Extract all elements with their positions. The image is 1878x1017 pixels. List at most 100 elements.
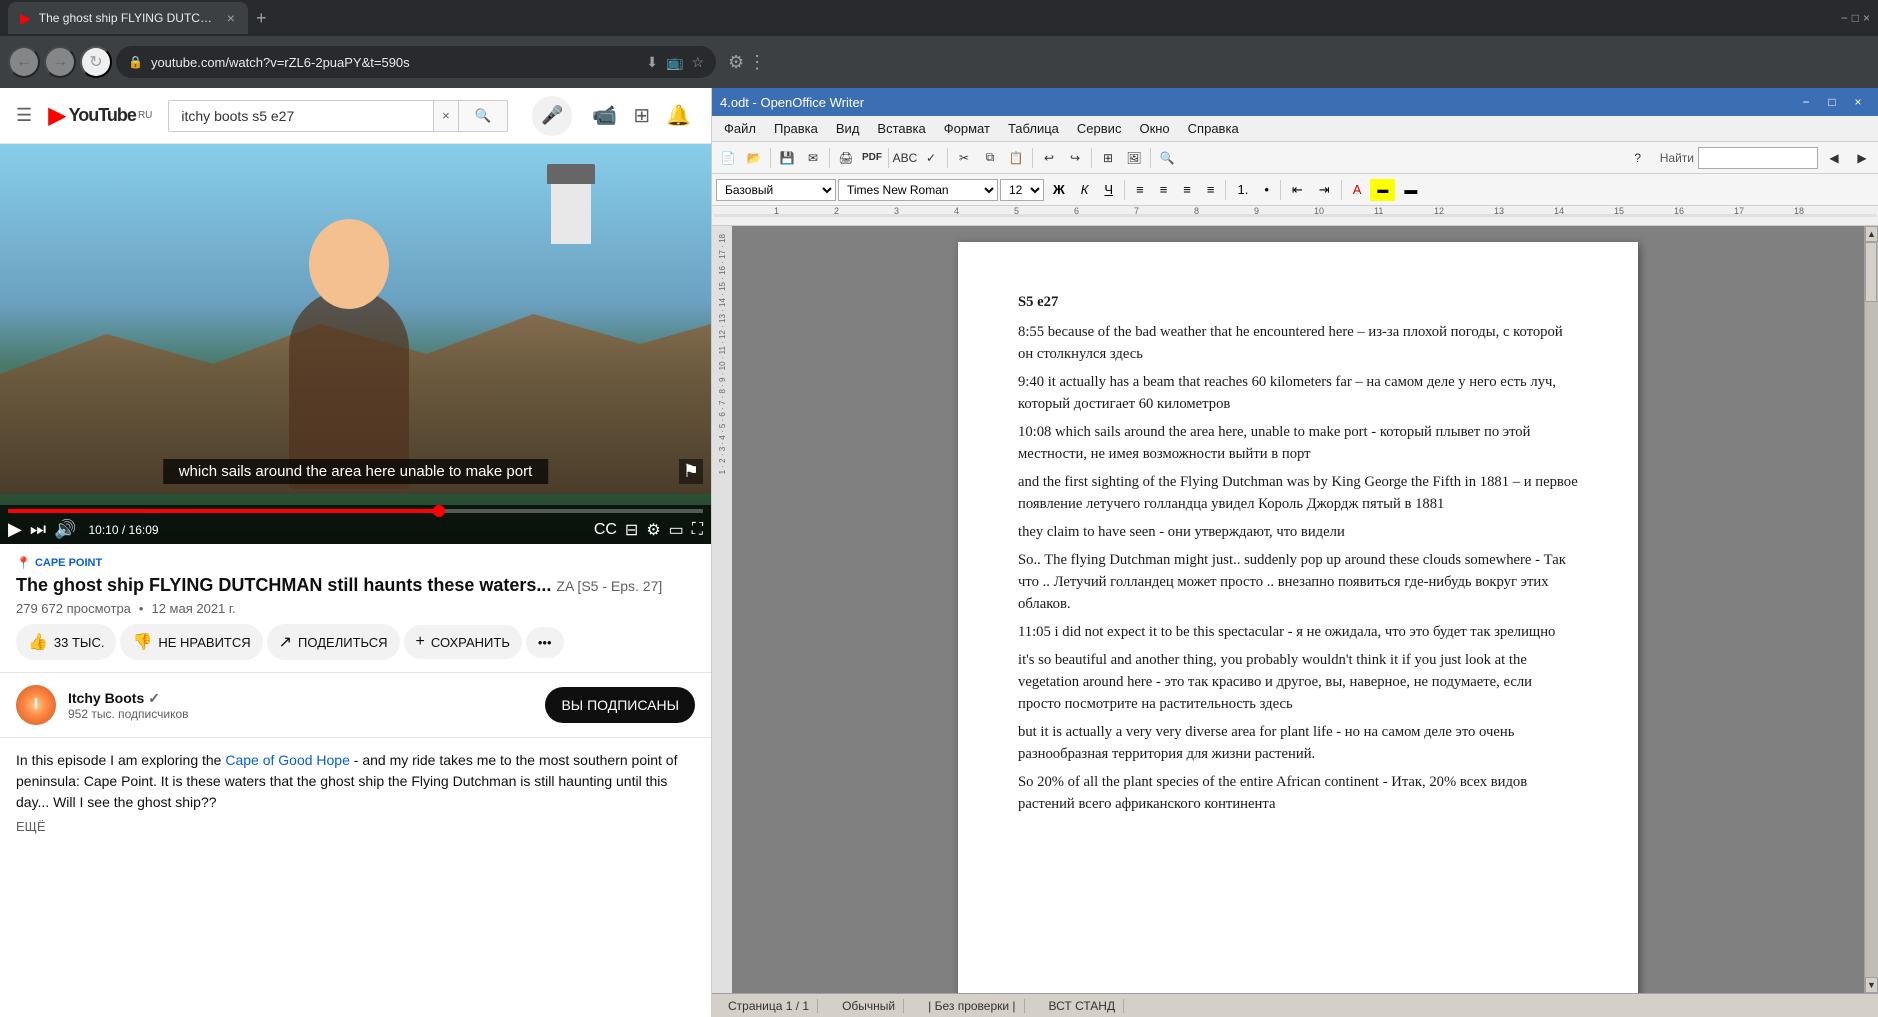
align-left-button[interactable]: ≡ <box>1129 179 1151 201</box>
progress-scrubber[interactable] <box>433 505 445 517</box>
cape-link[interactable]: Cape of Good Hope <box>225 752 350 768</box>
scroll-down-button[interactable]: ▼ <box>1865 977 1878 993</box>
increase-indent-button[interactable]: ⇥ <box>1312 179 1337 201</box>
copy-button[interactable]: ⧉ <box>978 146 1002 170</box>
channel-name[interactable]: Itchy Boots ✓ <box>68 690 533 707</box>
play-button[interactable]: ▶ <box>8 519 22 540</box>
search-bar[interactable]: × 🔍 <box>168 100 508 132</box>
font-color-button[interactable]: A <box>1346 179 1369 201</box>
underline-button[interactable]: Ч <box>1097 179 1120 201</box>
new-doc-button[interactable]: 📄 <box>716 146 740 170</box>
paragraph-style-dropdown[interactable]: Базовый <box>716 179 836 201</box>
menu-tools[interactable]: Сервис <box>1069 119 1130 138</box>
decrease-indent-button[interactable]: ⇤ <box>1285 179 1310 201</box>
redo-button[interactable]: ↪ <box>1063 146 1087 170</box>
address-bar[interactable]: 🔒 youtube.com/watch?v=rZL6-2puaPY&t=590s… <box>116 46 716 78</box>
new-tab-button[interactable]: + <box>252 4 271 33</box>
save-button[interactable]: + СОХРАНИТЬ <box>404 625 522 659</box>
subscribe-button[interactable]: ВЫ ПОДПИСАНЫ <box>545 687 695 723</box>
hamburger-menu-icon[interactable]: ☰ <box>16 105 32 126</box>
menu-format[interactable]: Формат <box>936 119 998 138</box>
download-page-icon[interactable]: ⬇ <box>646 54 658 71</box>
subtitles-button[interactable]: CC <box>594 521 617 539</box>
document-area[interactable]: S5 e27 8:55 because of the bad weather t… <box>732 226 1864 993</box>
like-button[interactable]: 👍 33 ТЫС. <box>16 624 116 660</box>
font-size-dropdown[interactable]: 12 <box>1000 179 1044 201</box>
apps-icon[interactable]: ⊞ <box>629 99 654 132</box>
menu-view[interactable]: Вид <box>828 119 868 138</box>
writer-close-button[interactable]: × <box>1846 92 1870 112</box>
dislike-button[interactable]: 👎 НЕ НРАВИТСЯ <box>120 624 262 660</box>
miniplayer-button[interactable]: ⊟ <box>625 520 638 540</box>
show-more-button[interactable]: ЕЩЁ <box>16 817 695 837</box>
spellcheck-button[interactable]: ABC <box>893 146 917 170</box>
extensions-icon[interactable]: ⚙ <box>728 52 744 73</box>
pdf-button[interactable]: PDF <box>860 146 884 170</box>
search-submit-button[interactable]: 🔍 <box>458 100 509 132</box>
find-next-button[interactable]: ▶ <box>1850 146 1874 170</box>
print-button[interactable]: 🖨 <box>834 146 858 170</box>
align-justify-button[interactable]: ≡ <box>1200 179 1222 201</box>
char-background-button[interactable]: ▬ <box>1397 179 1424 201</box>
bold-button[interactable]: Ж <box>1046 179 1072 201</box>
scroll-up-button[interactable]: ▲ <box>1865 226 1878 242</box>
fullscreen-button[interactable]: ⛶ <box>692 521 703 539</box>
forward-button[interactable]: → <box>44 46 76 78</box>
notifications-icon[interactable]: 🔔 <box>662 99 695 132</box>
progress-bar[interactable] <box>8 509 703 513</box>
undo-button[interactable]: ↩ <box>1037 146 1061 170</box>
bullets-button[interactable]: • <box>1257 179 1276 201</box>
writer-minimize-button[interactable]: − <box>1794 92 1818 112</box>
theater-button[interactable]: ▭ <box>669 520 684 540</box>
font-name-dropdown[interactable]: Times New Roman <box>838 179 998 201</box>
search-clear-button[interactable]: × <box>433 100 458 132</box>
browser-menu-icon[interactable]: ⋮ <box>748 52 766 73</box>
numbering-button[interactable]: 1. <box>1230 179 1255 201</box>
help-toolbar-button[interactable]: ? <box>1626 146 1650 170</box>
search-input[interactable] <box>168 100 433 132</box>
menu-insert[interactable]: Вставка <box>869 119 933 138</box>
cut-button[interactable]: ✂ <box>952 146 976 170</box>
reload-button[interactable]: ↻ <box>80 46 112 78</box>
find-button[interactable]: 🔍 <box>1155 146 1179 170</box>
menu-window[interactable]: Окно <box>1131 119 1177 138</box>
browser-maximize-button[interactable]: □ <box>1852 11 1859 25</box>
voice-search-button[interactable]: 🎤 <box>532 96 572 136</box>
channel-location-badge[interactable]: 📍 CAPE POINT <box>16 556 695 570</box>
menu-table[interactable]: Таблица <box>1000 119 1067 138</box>
cast-icon[interactable]: 📺 <box>666 54 683 71</box>
autocorrect-button[interactable]: ✓ <box>919 146 943 170</box>
video-player[interactable]: which sails around the area here unable … <box>0 144 711 544</box>
back-button[interactable]: ← <box>8 46 40 78</box>
menu-file[interactable]: Файл <box>716 119 764 138</box>
highlight-button[interactable]: ▬ <box>1370 179 1395 201</box>
writer-maximize-button[interactable]: □ <box>1820 92 1844 112</box>
channel-avatar[interactable]: I <box>16 685 56 725</box>
italic-button[interactable]: К <box>1074 179 1096 201</box>
volume-button[interactable]: 🔊 <box>54 519 76 540</box>
youtube-logo[interactable]: ▶ YouTubeRU <box>48 101 152 130</box>
scrollbar-thumb[interactable] <box>1865 242 1877 302</box>
tab-close-button[interactable]: × <box>227 10 235 26</box>
menu-help[interactable]: Справка <box>1180 119 1247 138</box>
paste-button[interactable]: 📋 <box>1004 146 1028 170</box>
email-button[interactable]: ✉ <box>801 146 825 170</box>
save-doc-button[interactable]: 💾 <box>775 146 799 170</box>
open-button[interactable]: 📂 <box>742 146 766 170</box>
upload-icon[interactable]: 📹 <box>588 99 621 132</box>
align-center-button[interactable]: ≡ <box>1153 179 1175 201</box>
share-button[interactable]: ↗ ПОДЕЛИТЬСЯ <box>267 624 400 660</box>
bookmark-icon[interactable]: ☆ <box>691 54 704 71</box>
active-tab[interactable]: ▶ The ghost ship FLYING DUTCHM... × <box>8 2 248 34</box>
menu-edit[interactable]: Правка <box>766 119 826 138</box>
more-actions-button[interactable]: ••• <box>526 627 564 658</box>
align-right-button[interactable]: ≡ <box>1176 179 1198 201</box>
browser-minimize-button[interactable]: − <box>1841 11 1848 25</box>
scrollbar-track[interactable] <box>1865 242 1878 977</box>
next-button[interactable]: ⏭ <box>30 519 46 540</box>
insert-image-button[interactable]: 🖼 <box>1122 146 1146 170</box>
find-prev-button[interactable]: ◀ <box>1822 146 1846 170</box>
settings-button[interactable]: ⚙ <box>646 520 660 540</box>
find-input[interactable] <box>1698 147 1818 169</box>
browser-close-button[interactable]: × <box>1863 11 1870 25</box>
